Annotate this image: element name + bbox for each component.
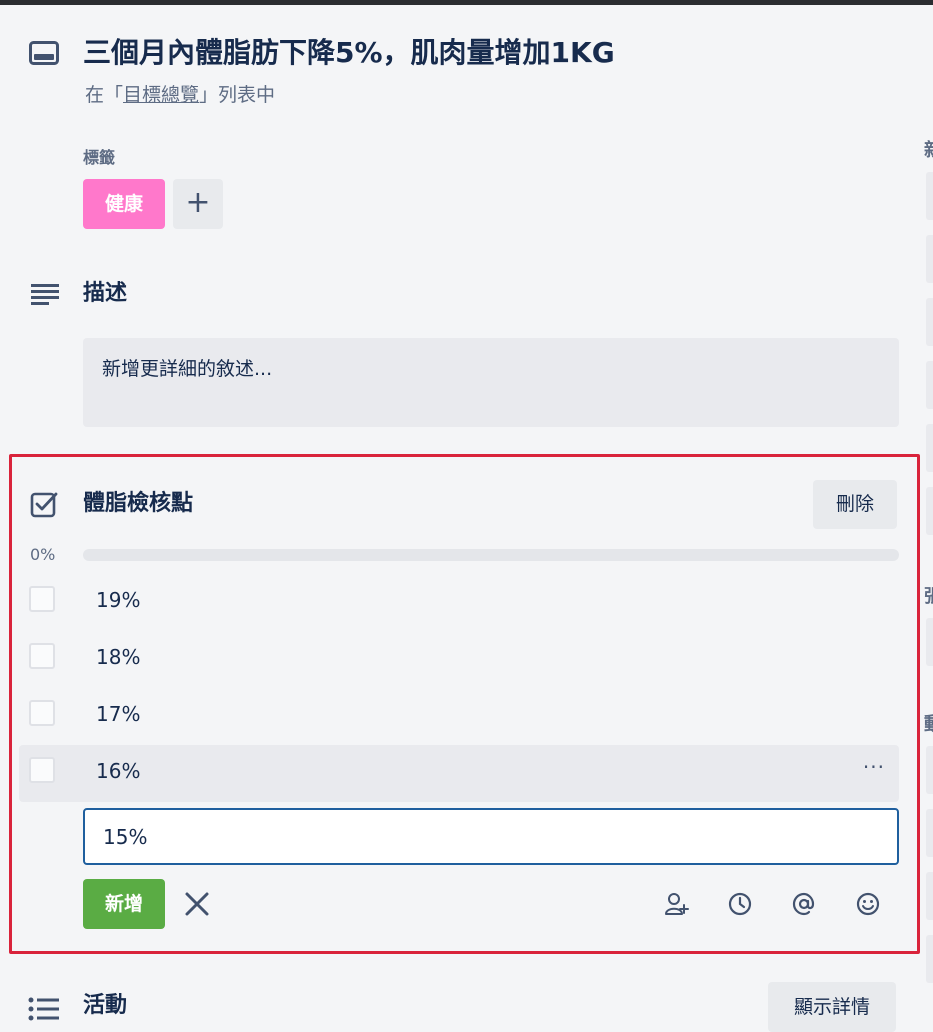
checklist-title[interactable]: 體脂檢核點 — [83, 489, 193, 519]
show-details-button[interactable]: 顯示詳情 — [768, 982, 896, 1032]
activity-heading: 活動 — [83, 993, 128, 1018]
activity-icon — [28, 997, 59, 1021]
sidebar-heading-fragment: 張 — [924, 582, 933, 608]
checklist-item-text[interactable]: 18% — [96, 643, 140, 671]
sidebar-button[interactable] — [926, 618, 933, 666]
in-list-suffix: 」列表中 — [199, 84, 276, 106]
sidebar-button[interactable] — [926, 361, 933, 409]
card-detail-page: 三個月內體脂肪下降5%，肌肉量增加1KG 在「目標總覽」列表中 標籤 健康 + … — [0, 0, 933, 1032]
checklist-item-checkbox[interactable] — [29, 757, 55, 783]
sidebar-button[interactable] — [926, 872, 933, 920]
sidebar-button[interactable] — [926, 172, 933, 220]
description-heading: 描述 — [83, 281, 128, 306]
checklist-item-text[interactable]: 17% — [96, 700, 140, 728]
checklist-item[interactable]: 17% — [19, 688, 899, 745]
checklist-item-more-icon[interactable]: ··· — [863, 755, 885, 779]
emoji-icon[interactable] — [855, 891, 881, 917]
checklist-progress-bar — [83, 549, 899, 561]
assign-member-icon[interactable] — [664, 891, 690, 917]
card-icon — [29, 41, 59, 65]
label-health[interactable]: 健康 — [83, 179, 165, 229]
checklist-item-text[interactable]: 19% — [96, 586, 140, 614]
description-editor[interactable]: 新增更詳細的敘述... — [83, 338, 899, 427]
sidebar-button[interactable] — [926, 487, 933, 535]
description-placeholder: 新增更詳細的敘述... — [102, 358, 273, 380]
clock-icon[interactable] — [727, 891, 753, 917]
delete-checklist-button[interactable]: 刪除 — [813, 480, 897, 529]
checklist-item-checkbox[interactable] — [29, 700, 55, 726]
checklist-item-checkbox[interactable] — [29, 586, 55, 612]
sidebar-heading-fragment: 新 — [924, 136, 933, 162]
labels-heading: 標籤 — [83, 148, 116, 167]
sidebar-button[interactable] — [926, 935, 933, 983]
card-title[interactable]: 三個月內體脂肪下降5%，肌肉量增加1KG — [83, 33, 903, 73]
description-icon — [31, 284, 59, 305]
add-item-button[interactable]: 新增 — [83, 879, 165, 929]
in-list-prefix: 在「 — [85, 84, 124, 106]
card-list-location: 在「目標總覽」列表中 — [85, 82, 275, 108]
mention-icon[interactable] — [791, 891, 817, 917]
checklist-item-checkbox[interactable] — [29, 643, 55, 669]
new-checklist-item-input[interactable] — [83, 808, 899, 865]
sidebar-button[interactable] — [926, 809, 933, 857]
checklist-icon — [30, 492, 58, 518]
checklist-item[interactable]: 16% ··· — [19, 745, 899, 802]
sidebar-heading-fragment: 動 — [924, 710, 933, 736]
add-label-button[interactable]: + — [173, 179, 223, 229]
sidebar-button[interactable] — [926, 235, 933, 283]
list-name-link[interactable]: 目標總覽 — [123, 84, 199, 106]
close-icon[interactable] — [182, 889, 212, 919]
sidebar-button[interactable] — [926, 746, 933, 794]
sidebar-button[interactable] — [926, 298, 933, 346]
sidebar-button[interactable] — [926, 424, 933, 472]
checklist-item[interactable]: 19% — [19, 574, 899, 631]
checklist-item[interactable]: 18% — [19, 631, 899, 688]
checklist-progress-percent: 0% — [30, 545, 56, 564]
checklist-item-text[interactable]: 16% — [96, 757, 140, 785]
